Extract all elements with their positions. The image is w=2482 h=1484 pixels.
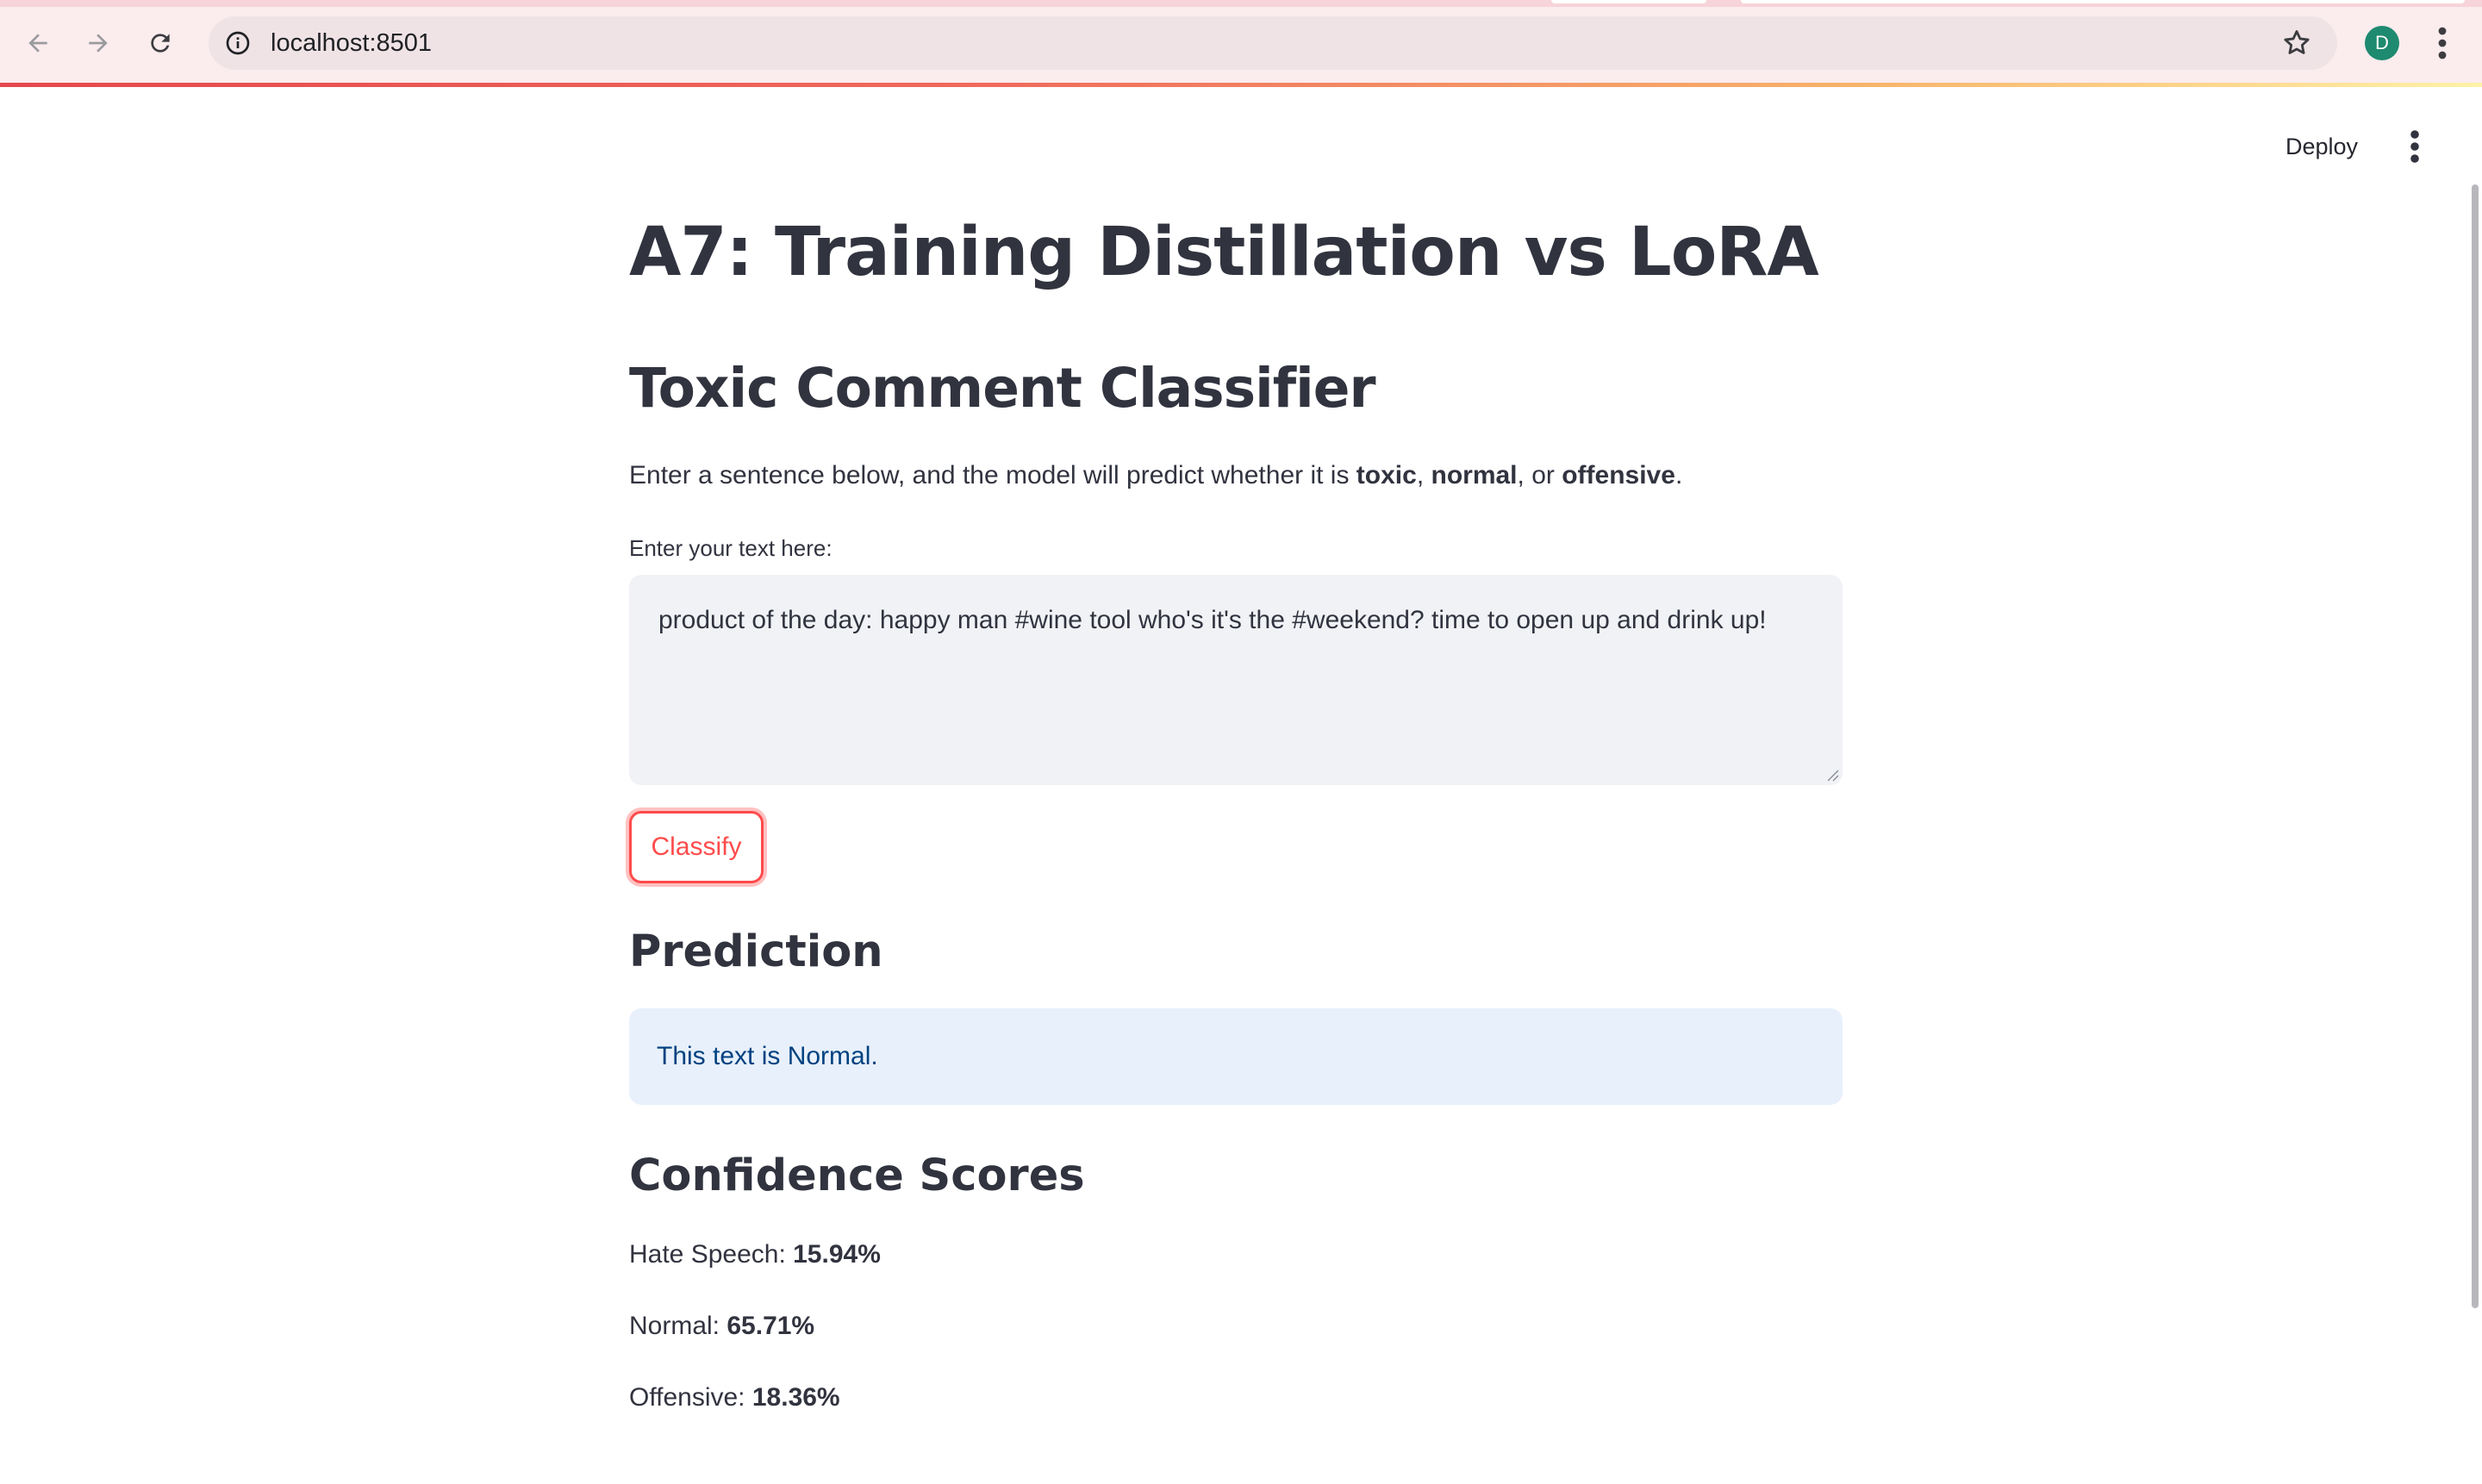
kebab-menu-icon[interactable] — [2403, 128, 2427, 165]
tab-strip — [0, 0, 2482, 7]
deploy-button[interactable]: Deploy — [2275, 126, 2368, 167]
tab-edge — [1551, 0, 1706, 3]
arrow-left-icon — [28, 34, 47, 53]
section-title: Toxic Comment Classifier — [629, 357, 1376, 420]
description-separator: , or — [1517, 461, 1562, 489]
address-bar[interactable]: localhost:8501 — [209, 16, 2337, 70]
score-label: Offensive: — [629, 1383, 752, 1412]
prediction-result-text: This text is Normal. — [657, 1042, 878, 1070]
score-hate-speech: Hate Speech: 15.94% — [629, 1236, 881, 1274]
resize-handle-icon[interactable] — [1825, 768, 1839, 782]
profile-avatar[interactable]: D — [2365, 26, 2399, 60]
classify-button[interactable]: Classify — [629, 811, 764, 883]
page-title: A7: Training Distillation vs LoRA — [629, 214, 1819, 291]
score-normal: Normal: 65.71% — [629, 1307, 814, 1345]
score-value: 18.36% — [751, 1383, 840, 1412]
info-icon[interactable] — [224, 29, 252, 57]
text-input-value[interactable]: product of the day: happy man #wine tool… — [658, 602, 1813, 639]
forward-button[interactable] — [74, 19, 122, 67]
description-prefix: Enter a sentence below, and the model wi… — [629, 461, 1356, 489]
description-suffix: . — [1674, 461, 1683, 489]
label-normal: normal — [1431, 461, 1518, 489]
scrollbar-thumb[interactable] — [2472, 184, 2479, 1308]
reload-icon — [151, 34, 170, 53]
prediction-heading: Prediction — [629, 926, 883, 977]
tab-edge — [1741, 0, 2465, 3]
score-label: Hate Speech: — [629, 1240, 794, 1269]
text-input-area[interactable]: product of the day: happy man #wine tool… — [629, 575, 1843, 785]
score-offensive: Offensive: 18.36% — [629, 1379, 840, 1417]
label-toxic: toxic — [1356, 461, 1417, 489]
description-text: Enter a sentence below, and the model wi… — [629, 457, 1682, 495]
score-value: 65.71% — [727, 1312, 815, 1340]
text-input-label: Enter your text here: — [629, 535, 833, 561]
browser-toolbar: localhost:8501 D — [0, 0, 2482, 86]
label-offensive: offensive — [1562, 461, 1675, 489]
kebab-menu-icon[interactable] — [2429, 24, 2456, 62]
url-text[interactable]: localhost:8501 — [271, 27, 432, 59]
description-separator: , — [1416, 461, 1431, 489]
score-label: Normal: — [629, 1312, 727, 1340]
score-value: 15.94% — [793, 1240, 881, 1269]
reload-button[interactable] — [136, 19, 184, 67]
confidence-heading: Confidence Scores — [629, 1150, 1085, 1201]
prediction-result-box: This text is Normal. — [629, 1008, 1843, 1105]
star-icon[interactable] — [2280, 27, 2313, 59]
app-header-decoration — [0, 83, 2482, 87]
arrow-right-icon — [89, 34, 108, 53]
back-button[interactable] — [14, 19, 62, 67]
